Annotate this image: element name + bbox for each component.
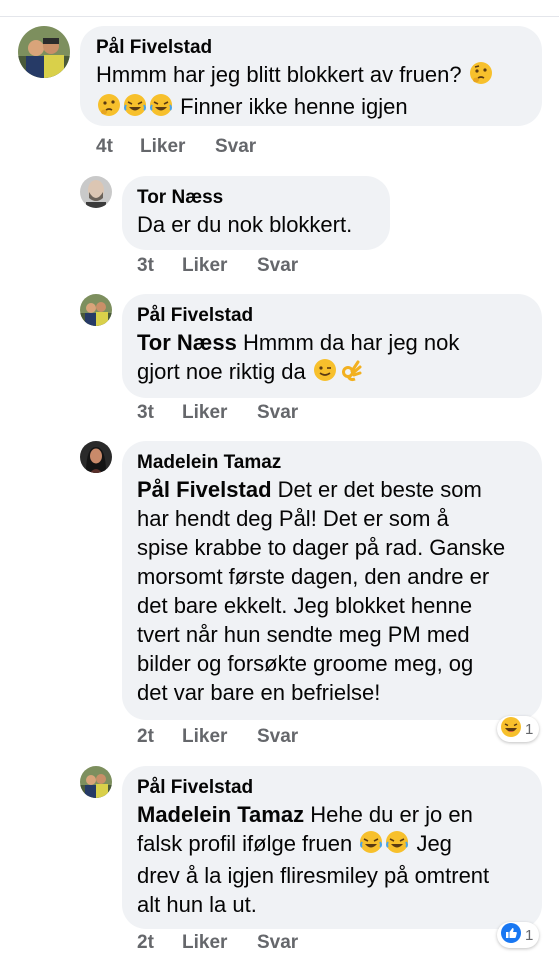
avatar-tor-naess[interactable] <box>80 176 112 208</box>
comment-actions: 3t Liker Svar <box>137 255 298 277</box>
ok-hand-emoji-icon <box>339 358 363 389</box>
mention-link[interactable]: Tor Næss <box>137 330 237 355</box>
comment-text-line: Det er det beste som <box>271 477 482 502</box>
avatar-madelein-tamaz[interactable] <box>80 441 112 473</box>
comment-timestamp[interactable]: 4t <box>96 136 140 158</box>
comment-timestamp[interactable]: 2t <box>137 932 182 954</box>
comment-text-line: Jeg <box>410 831 452 856</box>
like-button[interactable]: Liker <box>182 726 257 748</box>
rofl-emoji-icon <box>359 830 383 861</box>
rofl-emoji-icon <box>149 93 173 124</box>
comment-text-line: har hendt deg Pål! Det er som å <box>137 506 449 531</box>
like-button[interactable]: Liker <box>140 136 215 158</box>
comment-text-line: Hehe du er jo en <box>304 802 473 827</box>
comment-text-line: falsk profil ifølge fruen <box>137 831 353 856</box>
like-button[interactable]: Liker <box>182 255 257 277</box>
comment-text-line: gjort noe riktig da <box>137 359 306 384</box>
comment-bubble: Pål Fivelstad Tor Næss Hmmm da har jeg n… <box>122 294 542 398</box>
thinking-emoji-icon <box>97 93 121 124</box>
like-reaction-icon <box>500 922 522 948</box>
reply-button[interactable]: Svar <box>257 932 298 954</box>
comment-actions: 3t Liker Svar <box>137 402 298 424</box>
comment-text: Madelein Tamaz Hehe du er jo en falsk pr… <box>137 800 527 919</box>
comment-text-line: Finner ikke henne igjen <box>180 94 408 119</box>
comment-text-line: det var bare en befrielse! <box>137 680 381 705</box>
comment-text-line: alt hun la ut. <box>137 892 257 917</box>
reply-button[interactable]: Svar <box>257 402 298 424</box>
comment-timestamp[interactable]: 2t <box>137 726 182 748</box>
comment-text: Da er du nok blokkert. <box>137 212 353 237</box>
reaction-badge[interactable]: 1 <box>497 922 540 948</box>
like-button[interactable]: Liker <box>182 402 257 424</box>
comment-text: Tor Næss Hmmm da har jeg nok gjort noe r… <box>137 328 527 389</box>
comment-author[interactable]: Pål Fivelstad <box>137 304 527 328</box>
comment-text-line: morsomt første dagen, den andre er <box>137 564 490 589</box>
comment-bubble: Madelein Tamaz Pål Fivelstad Det er det … <box>122 441 542 720</box>
thinking-emoji-icon <box>469 61 493 92</box>
comment-text-line: Hmmm har jeg blitt blokkert av fruen? <box>96 62 462 87</box>
comment-author[interactable]: Madelein Tamaz <box>137 451 527 475</box>
reaction-badge[interactable]: 1 <box>497 716 540 742</box>
top-divider <box>0 16 559 17</box>
comment-timestamp[interactable]: 3t <box>137 402 182 424</box>
reply-button[interactable]: Svar <box>257 255 298 277</box>
reaction-count: 1 <box>525 926 534 944</box>
comment-text: Hmmm har jeg blitt blokkert av fruen? Fi… <box>96 60 526 124</box>
comment-author[interactable]: Pål Fivelstad <box>137 776 527 800</box>
comment-bubble: Tor Næss Da er du nok blokkert. <box>122 176 390 250</box>
comment-actions: 2t Liker Svar <box>137 932 298 954</box>
mention-link[interactable]: Madelein Tamaz <box>137 802 304 827</box>
avatar-pal-fivelstad[interactable] <box>80 294 112 326</box>
like-button[interactable]: Liker <box>182 932 257 954</box>
wink-emoji-icon <box>313 358 337 389</box>
comment-text-line: tvert når hun sendte meg PM med <box>137 622 470 647</box>
comment-timestamp[interactable]: 3t <box>137 255 182 277</box>
comment-text-line: drev å la igjen fliresmiley på omtrent <box>137 863 490 888</box>
comment-text: Pål Fivelstad Det er det beste som har h… <box>137 475 527 707</box>
reply-button[interactable]: Svar <box>257 726 298 748</box>
laugh-reaction-icon <box>500 716 522 742</box>
comment-text-line: Hmmm da har jeg nok <box>236 330 460 355</box>
comment-text-line: det bare ekkelt. Jeg blokket henne <box>137 593 473 618</box>
avatar-pal-fivelstad[interactable] <box>80 766 112 798</box>
comment-actions: 4t Liker Svar <box>96 136 256 158</box>
comment-author[interactable]: Pål Fivelstad <box>96 36 526 60</box>
reply-button[interactable]: Svar <box>215 136 256 158</box>
rofl-emoji-icon <box>385 830 409 861</box>
comment-text-line: spise krabbe to dager på rad. Ganske <box>137 535 506 560</box>
comment-text-line: bilder og forsøkte groome meg, og <box>137 651 474 676</box>
rofl-emoji-icon <box>123 93 147 124</box>
reaction-count: 1 <box>525 720 534 738</box>
comment-actions: 2t Liker Svar <box>137 726 298 748</box>
comment-bubble: Pål Fivelstad Hmmm har jeg blitt blokker… <box>80 26 542 126</box>
avatar-pal-fivelstad[interactable] <box>18 26 70 78</box>
comment-author[interactable]: Tor Næss <box>137 186 375 210</box>
mention-link[interactable]: Pål Fivelstad <box>137 477 272 502</box>
comment-bubble: Pål Fivelstad Madelein Tamaz Hehe du er … <box>122 766 542 929</box>
